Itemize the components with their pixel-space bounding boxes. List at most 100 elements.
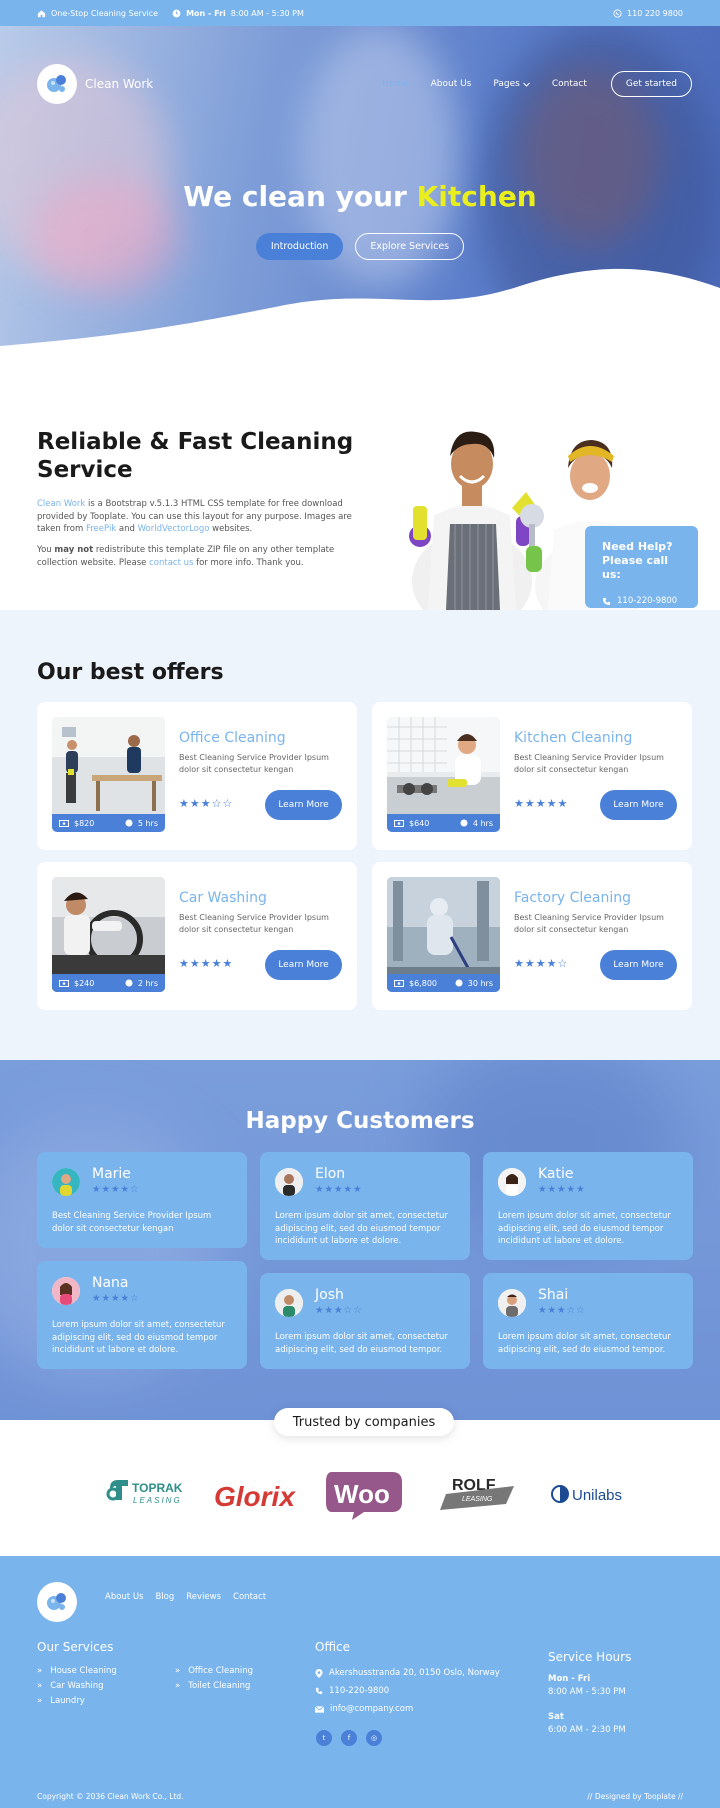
- footer-link-contact[interactable]: Contact: [233, 1592, 266, 1602]
- offer-time: 4 hrs: [472, 818, 493, 828]
- time-group: 5 hrs: [125, 819, 158, 828]
- testimonial-card: Nana ★★★★☆ Lorem ipsum dolor sit amet, c…: [37, 1261, 247, 1369]
- office-address: Akershusstranda 20, 0150 Oslo, Norway: [315, 1664, 500, 1682]
- phone-icon: [602, 597, 611, 605]
- customers-title: Happy Customers: [245, 1108, 475, 1134]
- hero-title: We clean your Kitchen: [0, 180, 720, 213]
- contact-us-link[interactable]: contact us: [149, 558, 193, 568]
- avatar-elon: [275, 1168, 303, 1196]
- service-link[interactable]: Toilet Cleaning: [175, 1679, 253, 1694]
- hours-time-2: 6:00 AM - 2:30 PM: [548, 1725, 626, 1735]
- nav-link-about[interactable]: About Us: [431, 79, 472, 89]
- money-icon: [394, 979, 404, 987]
- avatar-nana: [52, 1277, 80, 1305]
- testimonial-text: Lorem ipsum dolor sit amet, consectetur …: [275, 1332, 448, 1355]
- nav-link-home[interactable]: Home: [382, 79, 409, 89]
- service-link[interactable]: Car Washing: [37, 1679, 117, 1694]
- offer-meta-car: $240 2 hrs: [52, 974, 165, 992]
- money-icon: [59, 979, 69, 987]
- bubbles-logo-icon: [47, 1593, 66, 1610]
- offer-card-kitchen: $640 4 hrs Kitchen Cleaning Best Cleanin…: [372, 702, 692, 850]
- offer-time: 2 hrs: [137, 978, 158, 988]
- testimonial-text: Best Cleaning Service Provider Ipsum dol…: [52, 1211, 212, 1234]
- star-rating: ★★★☆☆: [538, 1305, 586, 1316]
- star-rating: ★★★☆☆: [179, 797, 234, 810]
- hero-buttons: Introduction Explore Services: [0, 233, 720, 260]
- toprak-logo-text: TOPRAK: [132, 1481, 183, 1495]
- offer-title[interactable]: Office Cleaning: [179, 730, 286, 746]
- explore-services-button[interactable]: Explore Services: [355, 233, 465, 260]
- top-bar-service: One-Stop Cleaning Service: [37, 9, 158, 18]
- offer-title[interactable]: Car Washing: [179, 890, 267, 906]
- chevron-down-icon: [523, 82, 530, 87]
- offers-section: Our best offers $820 5 hrs Office Cleani…: [0, 610, 720, 1060]
- customer-name: Marie: [92, 1166, 131, 1182]
- service-text: One-Stop Cleaning Service: [51, 8, 159, 18]
- service-link[interactable]: Office Cleaning: [175, 1664, 253, 1679]
- instagram-icon[interactable]: ◎: [366, 1730, 382, 1746]
- price-group: $820: [59, 819, 94, 828]
- offer-desc: Best Cleaning Service Provider Ipsum dol…: [514, 753, 664, 774]
- avatar: [498, 1168, 526, 1196]
- offer-desc: Best Cleaning Service Provider Ipsum dol…: [514, 913, 664, 934]
- learn-more-button[interactable]: Learn More: [600, 790, 677, 820]
- learn-more-button[interactable]: Learn More: [600, 950, 677, 980]
- hero-title-main: We clean your: [183, 180, 407, 213]
- clean-work-link[interactable]: Clean Work: [37, 499, 85, 509]
- service-link[interactable]: House Cleaning: [37, 1664, 117, 1679]
- facebook-icon[interactable]: f: [341, 1730, 357, 1746]
- learn-more-button[interactable]: Learn More: [265, 790, 342, 820]
- twitter-icon[interactable]: t: [316, 1730, 332, 1746]
- unilabs-logo: Unilabs: [551, 1485, 622, 1504]
- offer-time: 5 hrs: [137, 818, 158, 828]
- freepik-link[interactable]: FreePik: [86, 524, 116, 534]
- testimonial-card: Marie ★★★★☆ Best Cleaning Service Provid…: [37, 1152, 247, 1248]
- star-rating: ★★★★★: [179, 957, 234, 970]
- clock-icon: [125, 979, 133, 987]
- nav-link-pages[interactable]: Pages: [493, 79, 530, 89]
- office-email[interactable]: info@company.com: [315, 1700, 500, 1718]
- services-heading: Our Services: [37, 1640, 114, 1654]
- offer-price: $640: [409, 818, 430, 828]
- top-bar-phone[interactable]: 110 220 9800: [613, 9, 683, 18]
- footer-link-reviews[interactable]: Reviews: [186, 1592, 221, 1602]
- footer-logo[interactable]: [37, 1582, 77, 1622]
- worldvectorlogo-link[interactable]: WorldVectorLogo: [138, 524, 210, 534]
- trusted-badge: Trusted by companies: [274, 1408, 454, 1436]
- designed-by-link[interactable]: // Designed by Tooplate //: [587, 1792, 683, 1801]
- money-icon: [394, 819, 404, 827]
- star-rating: ★★★★★: [538, 1184, 586, 1195]
- help-phone[interactable]: 110-220-9800: [602, 596, 681, 606]
- help-box[interactable]: Need Help? Please call us: 110-220-9800: [585, 526, 698, 608]
- time-group: 2 hrs: [125, 979, 158, 988]
- nav-link-contact[interactable]: Contact: [552, 79, 587, 89]
- star-rating: ★★★☆☆: [315, 1305, 363, 1316]
- footer-link-blog[interactable]: Blog: [155, 1592, 174, 1602]
- office-phone[interactable]: 110-220-9800: [315, 1682, 500, 1700]
- footer-link-about[interactable]: About Us: [105, 1592, 143, 1602]
- get-started-button[interactable]: Get started: [610, 71, 692, 97]
- introduction-button[interactable]: Introduction: [255, 233, 344, 260]
- price-group: $6,800: [394, 979, 437, 988]
- star-rating: ★★★★☆: [514, 957, 569, 970]
- envelope-icon: [315, 1705, 324, 1713]
- logo[interactable]: [37, 64, 77, 104]
- hours-days-1-text: Mon - Fri: [548, 1674, 591, 1684]
- clock-icon: [460, 819, 468, 827]
- offer-title[interactable]: Kitchen Cleaning: [514, 730, 632, 746]
- whatsapp-icon: [613, 8, 622, 18]
- glorix-logo: Glorix: [214, 1481, 296, 1512]
- money-icon: [59, 819, 69, 827]
- footer-links: About Us Blog Reviews Contact: [105, 1592, 266, 1602]
- brand-name[interactable]: Clean Work: [85, 77, 153, 91]
- about-title: Reliable & Fast Cleaning Service: [37, 429, 354, 483]
- learn-more-button[interactable]: Learn More: [265, 950, 342, 980]
- offers-title: Our best offers: [37, 660, 224, 685]
- clock-icon: [455, 979, 463, 987]
- clock-icon: [172, 9, 181, 17]
- about-p1-text-2: and: [116, 524, 138, 534]
- offer-title[interactable]: Factory Cleaning: [514, 890, 631, 906]
- service-link[interactable]: Laundry: [37, 1694, 117, 1709]
- about-p2-bold: may not: [54, 545, 94, 555]
- bubbles-logo-icon: [47, 75, 66, 92]
